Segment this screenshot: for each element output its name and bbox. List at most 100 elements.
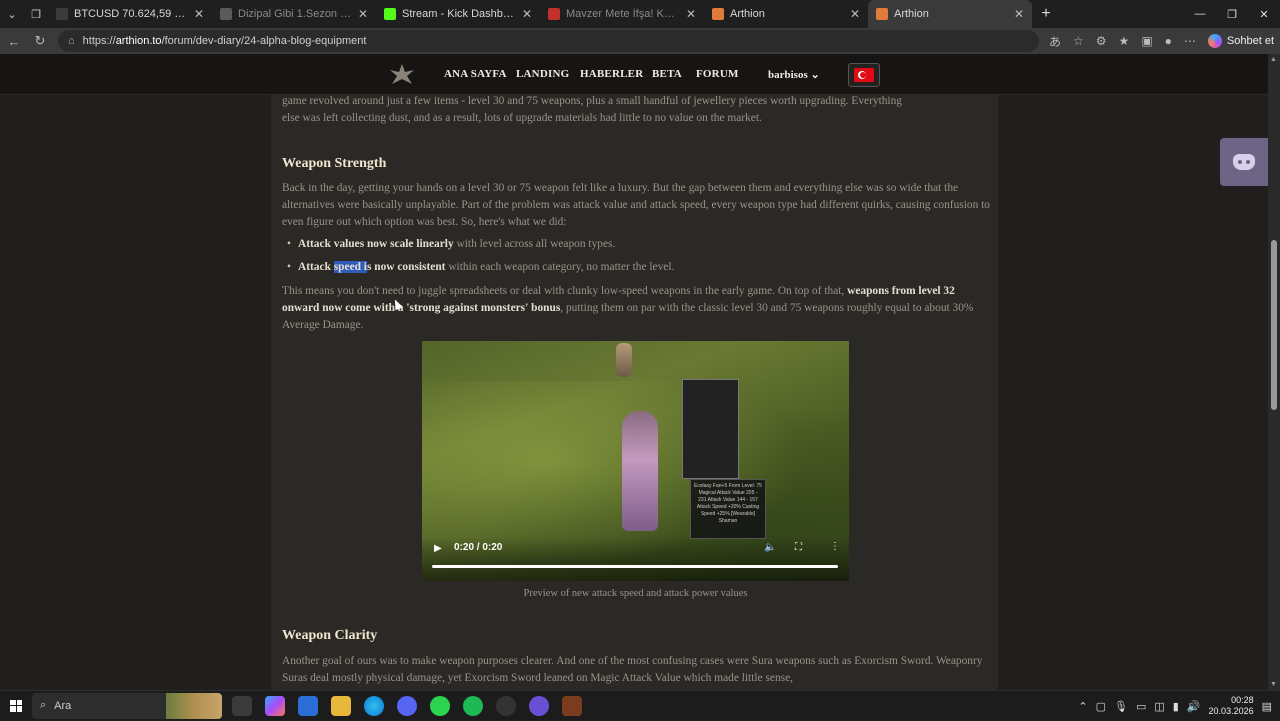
kick-app-icon[interactable] [430,695,450,716]
heading-weapon-clarity: Weapon Clarity [282,628,378,643]
translate-icon[interactable]: あ [1049,33,1061,50]
browser-tab[interactable]: Arthion ✕ [868,0,1032,28]
chat-app-icon[interactable] [529,695,549,716]
browser-tab-strip: ⌄ ❐ BTCUSD 70.624,59 ▼ −0.91% Adsız✕Dizi… [0,0,1280,28]
favorites-list-icon[interactable]: ★ [1119,34,1130,48]
play-icon[interactable]: ▶ [434,543,442,554]
browser-tab[interactable]: Dizipal Gibi 1.Sezon 6.Bölüm izle | ✕ [212,0,376,28]
tab-favicon-icon [876,8,888,20]
tab-favicon-icon [548,8,560,20]
discord-button[interactable] [1220,138,1268,186]
start-button[interactable] [0,699,32,712]
browser-tab[interactable]: Mavzer Mete İfşa! Korunmanız Lazım ✕ [540,0,704,28]
battery-icon[interactable]: ▮ [1173,700,1179,713]
video-more-icon[interactable]: ⋮ [830,541,840,552]
spotify-icon[interactable] [463,695,483,716]
site-logo-icon[interactable] [388,62,416,86]
task-view-icon[interactable] [232,695,252,716]
paragraph-strength: Back in the day, getting your hands on a… [282,182,990,229]
copilot-button[interactable]: Sohbet et [1207,34,1274,48]
search-icon: ⌕ [40,699,47,711]
volume-icon[interactable]: 🔈 [764,542,776,553]
video-inventory-window [682,379,739,479]
site-info-icon[interactable]: ⌂ [68,35,75,47]
close-tab-icon[interactable]: ✕ [686,7,696,21]
windows-icon [10,699,22,712]
search-highlight-image [166,692,222,719]
close-tab-icon[interactable]: ✕ [522,7,532,21]
video-time: 0:20 / 0:20 [454,542,503,553]
user-menu[interactable]: barbisos ⌄ [768,68,820,81]
video-character [622,411,658,531]
extensions-icon[interactable]: ⚙ [1096,34,1107,48]
collections-icon[interactable]: ▣ [1141,34,1152,48]
turkish-flag-icon [854,68,874,82]
clock[interactable]: 00:28 20.03.2026 [1209,695,1254,717]
url-text: https://arthion.to/forum/dev-diary/24-al… [82,35,367,47]
discord-app-icon[interactable] [397,695,417,716]
scrollbar-thumb[interactable] [1271,240,1277,410]
tab-title: Stream - Kick Dashboard [402,8,516,20]
language-button[interactable] [848,63,880,87]
fullscreen-icon[interactable]: ⛶ [795,542,802,553]
network-icon[interactable]: ◫ [1154,700,1164,713]
tab-title: BTCUSD 70.624,59 ▼ −0.91% Adsız [74,8,188,20]
browser-tab[interactable]: Arthion ✕ [704,0,868,28]
tab-favicon-icon [712,8,724,20]
close-tab-icon[interactable]: ✕ [850,7,860,21]
paragraph-bonus: This means you don't need to juggle spre… [282,285,974,332]
game-app-icon[interactable] [562,695,582,716]
heading-weapon-strength: Weapon Strength [282,156,387,171]
nav-forum[interactable]: FORUM [696,68,739,80]
tab-actions-icon[interactable]: ⌄ [0,2,24,26]
copilot-app-icon[interactable] [265,695,285,716]
page-scrollbar[interactable]: ▲ ▼ [1268,54,1280,690]
nav-haberler[interactable]: HABERLER [580,68,643,80]
video-progress-bar[interactable] [432,565,838,568]
window-controls: — ❐ ✕ [1184,0,1280,28]
tab-title: Mavzer Mete İfşa! Korunmanız Lazım [566,8,680,20]
close-window-icon[interactable]: ✕ [1248,0,1280,28]
store-icon[interactable] [298,695,318,716]
taskbar-search[interactable]: ⌕ Ara [32,692,222,719]
browser-tab[interactable]: BTCUSD 70.624,59 ▼ −0.91% Adsız ✕ [48,0,212,28]
speaker-icon[interactable]: 🔊 [1187,700,1201,713]
nav-anasayfa[interactable]: ANA SAYFA [444,68,507,80]
more-icon[interactable]: ⋯ [1184,34,1196,48]
microphone-icon[interactable]: 🎙 [1114,700,1128,713]
tray-chevron-icon[interactable]: ⌃ [1078,700,1087,713]
obs-icon[interactable] [496,695,516,716]
close-tab-icon[interactable]: ✕ [194,7,204,21]
profile-avatar[interactable]: ● [1165,34,1172,48]
notification-icon[interactable]: ▤ [1262,700,1272,713]
scroll-up-icon[interactable]: ▲ [1270,56,1277,63]
video-item-tooltip: Ecstasy Fan+5 From Level: 75 Magical Att… [690,479,766,539]
tray-app-icon[interactable]: ▢ [1096,700,1106,713]
browser-tab[interactable]: Stream - Kick Dashboard ✕ [376,0,540,28]
close-tab-icon[interactable]: ✕ [358,7,368,21]
refresh-icon[interactable]: ↻ [32,33,48,49]
nav-beta[interactable]: BETA [652,68,682,80]
favorite-icon[interactable]: ☆ [1073,34,1084,48]
tab-title: Arthion [730,8,765,20]
tab-favicon-icon [56,8,68,20]
url-field[interactable]: ⌂ https://arthion.to/forum/dev-diary/24-… [58,30,1039,52]
text-selection: speed i [333,261,367,273]
edge-icon[interactable] [364,695,384,716]
minimize-icon[interactable]: — [1184,0,1216,28]
nav-landing[interactable]: LANDING [516,68,569,80]
video-player[interactable]: Ecstasy Fan+5 From Level: 75 Magical Att… [422,341,849,581]
site-navbar: ANA SAYFA LANDING HABERLER BETA FORUM ba… [0,54,1268,95]
file-explorer-icon[interactable] [331,695,351,716]
chevron-down-icon: ⌄ [810,69,820,81]
tab-title: Dizipal Gibi 1.Sezon 6.Bölüm izle | [238,8,352,20]
workspaces-icon[interactable]: ❐ [24,2,48,26]
paragraph-clarity: Another goal of ours was to make weapon … [282,655,983,685]
display-icon[interactable]: ▭ [1136,700,1146,713]
scroll-down-icon[interactable]: ▼ [1270,681,1277,688]
close-tab-icon[interactable]: ✕ [1014,7,1024,21]
restore-icon[interactable]: ❐ [1216,0,1248,28]
new-tab-button[interactable]: + [1032,5,1060,23]
back-icon[interactable]: ← [6,34,22,49]
video-caption: Preview of new attack speed and attack p… [523,588,748,599]
